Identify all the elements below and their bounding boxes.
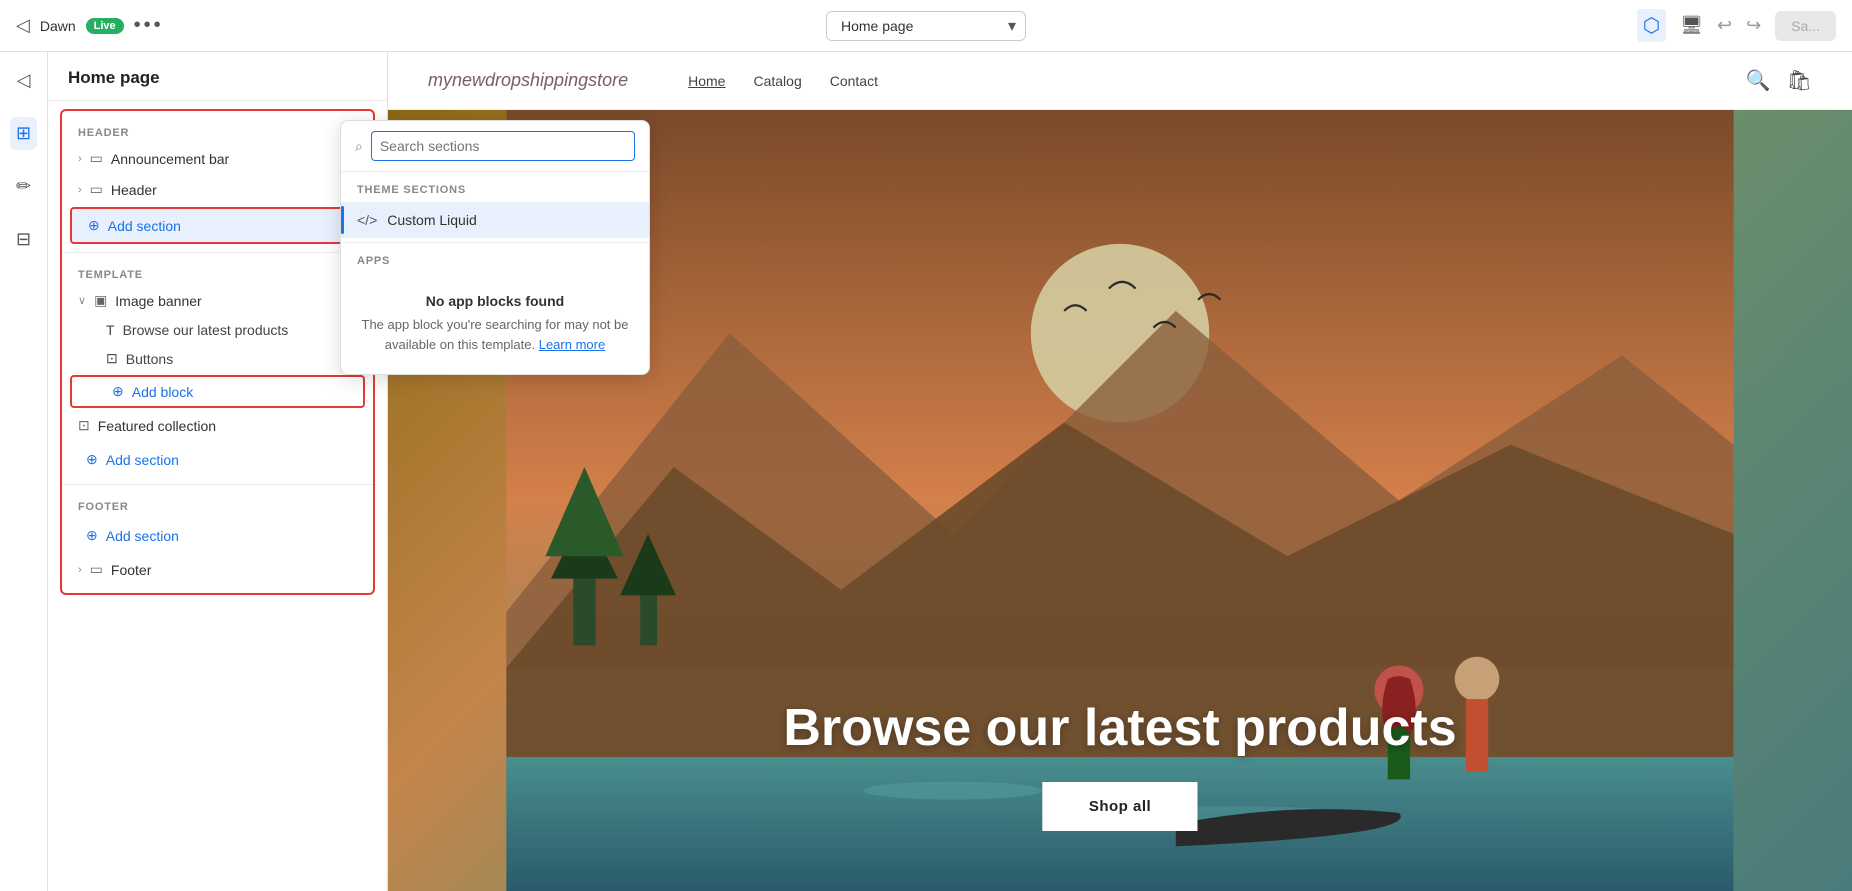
add-section-footer-label: Add section (106, 528, 179, 544)
image-banner-label: Image banner (115, 293, 201, 309)
add-section-footer-button[interactable]: ⊕ Add section (70, 519, 365, 552)
save-button[interactable]: Sa... (1775, 11, 1836, 41)
nav-contact[interactable]: Contact (830, 73, 878, 89)
page-title: Home page (48, 52, 387, 101)
cart-icon[interactable]: 🛍 (1787, 68, 1812, 93)
add-block-icon: ⊕ (112, 383, 124, 400)
divider-2 (62, 484, 373, 485)
hero-title: Browse our latest products (783, 698, 1456, 758)
image-banner-icon: ▣ (94, 292, 107, 309)
desktop-view-icon[interactable]: 🖥 (1680, 15, 1703, 36)
search-input[interactable] (371, 131, 635, 161)
announcement-bar-label: Announcement bar (111, 151, 229, 167)
topbar: ◁ Dawn Live ••• Home page ⬡ 🖥 ↩ ↪ Sa... (0, 0, 1852, 52)
layers-icon[interactable]: ⊞ (10, 117, 37, 150)
theme-sections-label: THEME SECTIONS (341, 172, 649, 202)
collection-icon: ⊡ (78, 417, 90, 434)
undo-icon[interactable]: ↩ (1717, 15, 1732, 36)
custom-liquid-wrap: </> Custom Liquid (341, 202, 649, 238)
pencil-icon[interactable]: ✏ (10, 170, 37, 203)
back-icon[interactable]: ◁ (16, 15, 30, 36)
topbar-right: ⬡ 🖥 ↩ ↪ Sa... (1637, 9, 1836, 42)
sidebar: Home page HEADER › ▭ Announcement bar › … (48, 52, 388, 891)
add-section-header-button[interactable]: ⊕ Add section (70, 207, 365, 244)
header-icon: ▭ (90, 181, 103, 198)
shop-all-button[interactable]: Shop all (1043, 782, 1197, 831)
add-icon: ⊕ (88, 217, 100, 234)
search-icon: ⌕ (355, 138, 363, 155)
nav-catalog[interactable]: Catalog (753, 73, 801, 89)
store-icons: 🔍 🛍 (1746, 68, 1812, 93)
custom-liquid-label: Custom Liquid (387, 212, 477, 228)
add-section-template-label: Add section (106, 452, 179, 468)
add-block-button[interactable]: ⊕ Add block (70, 375, 365, 408)
topbar-center: Home page (826, 11, 1026, 41)
buttons-subitem[interactable]: ⊡ Buttons (62, 344, 373, 373)
more-options-icon[interactable]: ••• (134, 14, 164, 37)
announcement-bar-item[interactable]: › ▭ Announcement bar (62, 143, 373, 174)
live-badge: Live (86, 18, 124, 34)
no-apps-title: No app blocks found (357, 293, 633, 309)
selected-indicator (341, 206, 344, 234)
announcement-bar-icon: ▭ (90, 150, 103, 167)
featured-collection-item[interactable]: ⊡ Featured collection (62, 410, 373, 441)
store-nav: Home Catalog Contact (688, 73, 878, 89)
search-store-icon[interactable]: 🔍 (1746, 68, 1771, 93)
header-item[interactable]: › ▭ Header (62, 174, 373, 205)
browse-products-subitem[interactable]: T Browse our latest products (62, 316, 373, 344)
store-name: Dawn (40, 18, 76, 34)
add-section-template-button[interactable]: ⊕ Add section (70, 443, 365, 476)
icon-bar: ◁ ⊞ ✏ ⊟ (0, 52, 48, 891)
chevron-down-icon: ∨ (78, 294, 86, 307)
apps-grid-icon[interactable]: ⊟ (10, 223, 37, 256)
redo-icon[interactable]: ↪ (1746, 15, 1761, 36)
footer-icon: ▭ (90, 561, 103, 578)
header-label: HEADER (62, 119, 373, 143)
add-block-label: Add block (132, 384, 193, 400)
learn-more-link[interactable]: Learn more (539, 337, 605, 352)
header-label-text: Header (111, 182, 157, 198)
add-icon-3: ⊕ (86, 527, 98, 544)
store-header: mynewdropshippingstore Home Catalog Cont… (388, 52, 1852, 110)
code-icon: </> (357, 212, 377, 228)
page-selector-wrap: Home page (826, 11, 1026, 41)
back-nav-icon[interactable]: ◁ (11, 64, 37, 97)
footer-label: FOOTER (62, 493, 373, 517)
image-banner-item[interactable]: ∨ ▣ Image banner (62, 285, 373, 316)
no-apps-description: The app block you're searching for may n… (357, 315, 633, 354)
divider (62, 252, 373, 253)
buttons-label: Buttons (126, 351, 173, 367)
topbar-left: ◁ Dawn Live ••• (16, 14, 164, 37)
add-section-header-label: Add section (108, 218, 181, 234)
search-box: ⌕ (341, 121, 649, 172)
apps-label: APPS (341, 242, 649, 273)
main-layout: ◁ ⊞ ✏ ⊟ Home page HEADER › ▭ Announcemen… (0, 52, 1852, 891)
nav-home[interactable]: Home (688, 73, 725, 89)
footer-label-text: Footer (111, 562, 151, 578)
hero-content: Browse our latest products Shop all (783, 698, 1456, 831)
template-label: TEMPLATE (62, 261, 373, 285)
text-icon: T (106, 322, 115, 338)
add-icon-2: ⊕ (86, 451, 98, 468)
footer-item[interactable]: › ▭ Footer (62, 554, 373, 585)
featured-collection-label: Featured collection (98, 418, 216, 434)
chevron-right-icon: › (78, 153, 82, 165)
chevron-right-icon-footer: › (78, 564, 82, 576)
custom-liquid-item[interactable]: </> Custom Liquid (341, 202, 649, 238)
cursor-tool-icon[interactable]: ⬡ (1637, 9, 1666, 42)
chevron-right-icon: › (78, 184, 82, 196)
page-selector[interactable]: Home page (826, 11, 1026, 41)
search-sections-popup: ⌕ THEME SECTIONS </> Custom Liquid APPS … (340, 120, 650, 375)
browse-products-label: Browse our latest products (123, 322, 289, 338)
store-logo: mynewdropshippingstore (428, 70, 628, 91)
sections-outline: HEADER › ▭ Announcement bar › ▭ Header ⊕… (60, 109, 375, 595)
buttons-icon: ⊡ (106, 350, 118, 367)
no-apps-section: No app blocks found The app block you're… (341, 273, 649, 374)
